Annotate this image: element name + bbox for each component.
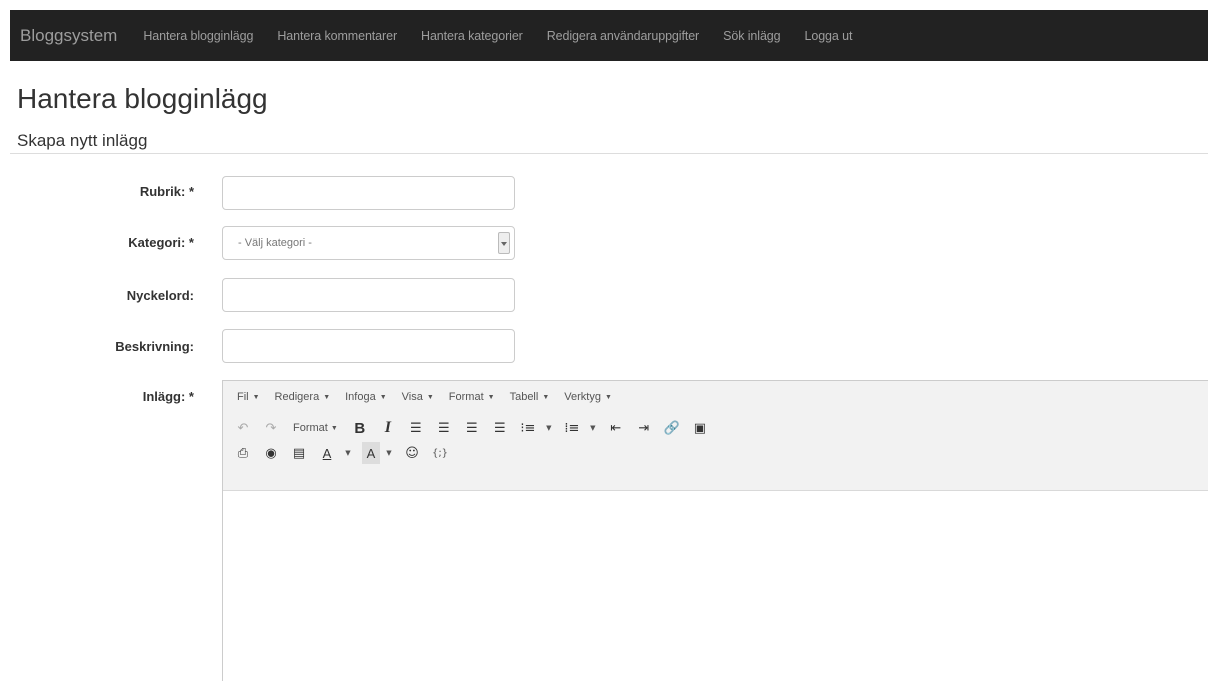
background-color-icon[interactable]: A [362, 442, 380, 464]
nyckelord-label: Nyckelord: [126, 288, 194, 303]
caret-down-icon[interactable]: ▼ [544, 417, 554, 439]
nav-manage-categories[interactable]: Hantera kategorier [409, 29, 535, 43]
image-icon[interactable]: ▣ [688, 417, 712, 439]
numbered-list-icon[interactable]: ⁞≡ [560, 417, 584, 439]
nav-manage-posts[interactable]: Hantera blogginlägg [131, 29, 265, 43]
bullet-list-icon[interactable]: ⁝≡ [516, 417, 540, 439]
format-dropdown[interactable]: Format ▼ [287, 417, 344, 439]
kategori-select[interactable]: - Välj kategori - [222, 226, 515, 260]
indent-icon[interactable]: ⇥ [632, 417, 656, 439]
emoticon-icon[interactable]: ☺ [400, 442, 424, 464]
kategori-selected-value: - Välj kategori - [238, 237, 312, 249]
media-icon[interactable]: ▤ [287, 442, 311, 464]
editor-toolbar-row-2: ⎙ ◉ ▤ A ▼ A ▼ ☺ {;} [231, 439, 456, 467]
page-title: Hantera blogginlägg [17, 83, 268, 114]
menu-insert-label: Infoga [345, 391, 376, 403]
editor-content-area[interactable] [223, 492, 1208, 681]
kategori-label: Kategori: * [128, 235, 194, 250]
menu-edit[interactable]: Redigera ▼ [275, 391, 331, 403]
menu-tools-label: Verktyg [564, 391, 601, 403]
inlagg-label: Inlägg: * [142, 389, 194, 404]
menu-file-label: Fil [237, 391, 249, 403]
menu-insert[interactable]: Infoga ▼ [345, 391, 387, 403]
caret-down-icon: ▼ [542, 393, 550, 401]
brand-link[interactable]: Bloggsystem [10, 26, 131, 46]
nav-logout[interactable]: Logga ut [793, 29, 865, 43]
link-icon[interactable]: 🔗 [660, 417, 684, 439]
menu-view[interactable]: Visa ▼ [402, 391, 434, 403]
caret-down-icon: ▼ [426, 393, 434, 401]
chevron-down-icon[interactable] [498, 232, 510, 254]
format-dropdown-label: Format [293, 422, 328, 434]
align-justify-icon[interactable]: ☰ [488, 417, 512, 439]
rubrik-input[interactable] [222, 176, 515, 210]
align-center-icon[interactable]: ☰ [432, 417, 456, 439]
menu-table[interactable]: Tabell ▼ [510, 391, 550, 403]
undo-icon[interactable]: ↶ [231, 417, 255, 439]
caret-down-icon[interactable]: ▼ [343, 442, 353, 464]
nav-search-posts[interactable]: Sök inlägg [711, 29, 792, 43]
beskrivning-label: Beskrivning: [115, 339, 194, 354]
print-icon[interactable]: ⎙ [231, 442, 255, 464]
nav-manage-comments[interactable]: Hantera kommentarer [265, 29, 409, 43]
align-left-icon[interactable]: ☰ [404, 417, 428, 439]
section-title: Skapa nytt inlägg [17, 131, 148, 150]
caret-down-icon: ▼ [252, 393, 260, 401]
caret-down-icon: ▼ [330, 424, 338, 432]
caret-down-icon: ▼ [604, 393, 612, 401]
caret-down-icon[interactable]: ▼ [384, 442, 394, 464]
section-divider [10, 153, 1208, 154]
text-color-icon[interactable]: A [315, 442, 339, 464]
editor-toolbar-row-1: ↶ ↷ Format ▼ B I ☰ ☰ ☰ ☰ ⁝≡ ▼ ⁞≡ ▼ ⇤ ⇥ 🔗… [231, 414, 716, 442]
menu-format-label: Format [448, 391, 484, 403]
nav-edit-user[interactable]: Redigera användaruppgifter [535, 29, 711, 43]
editor-menubar: Fil ▼ Redigera ▼ Infoga ▼ Visa ▼ Format ▼ Tab… [223, 381, 627, 413]
align-right-icon[interactable]: ☰ [460, 417, 484, 439]
italic-icon[interactable]: I [376, 417, 400, 439]
nyckelord-input[interactable] [222, 278, 515, 312]
menu-view-label: Visa [401, 391, 423, 403]
menu-table-label: Tabell [509, 391, 539, 403]
beskrivning-input[interactable] [222, 329, 515, 363]
rich-text-editor: Fil ▼ Redigera ▼ Infoga ▼ Visa ▼ Format ▼ Tab… [222, 380, 1208, 681]
menu-format[interactable]: Format ▼ [449, 391, 495, 403]
rubrik-label: Rubrik: * [139, 184, 194, 199]
menu-file[interactable]: Fil ▼ [237, 391, 260, 403]
editor-toolbar-area: Fil ▼ Redigera ▼ Infoga ▼ Visa ▼ Format ▼ Tab… [223, 381, 1208, 491]
redo-icon[interactable]: ↷ [259, 417, 283, 439]
top-navbar: Bloggsystem Hantera blogginlägg Hantera … [10, 10, 1208, 61]
code-icon[interactable]: {;} [428, 442, 452, 464]
menu-edit-label: Redigera [274, 391, 320, 403]
outdent-icon[interactable]: ⇤ [604, 417, 628, 439]
caret-down-icon: ▼ [323, 393, 331, 401]
caret-down-icon: ▼ [487, 393, 495, 401]
bold-icon[interactable]: B [348, 417, 372, 439]
caret-down-icon: ▼ [379, 393, 387, 401]
preview-icon[interactable]: ◉ [259, 442, 283, 464]
menu-tools[interactable]: Verktyg ▼ [564, 391, 612, 403]
caret-down-icon[interactable]: ▼ [588, 417, 598, 439]
